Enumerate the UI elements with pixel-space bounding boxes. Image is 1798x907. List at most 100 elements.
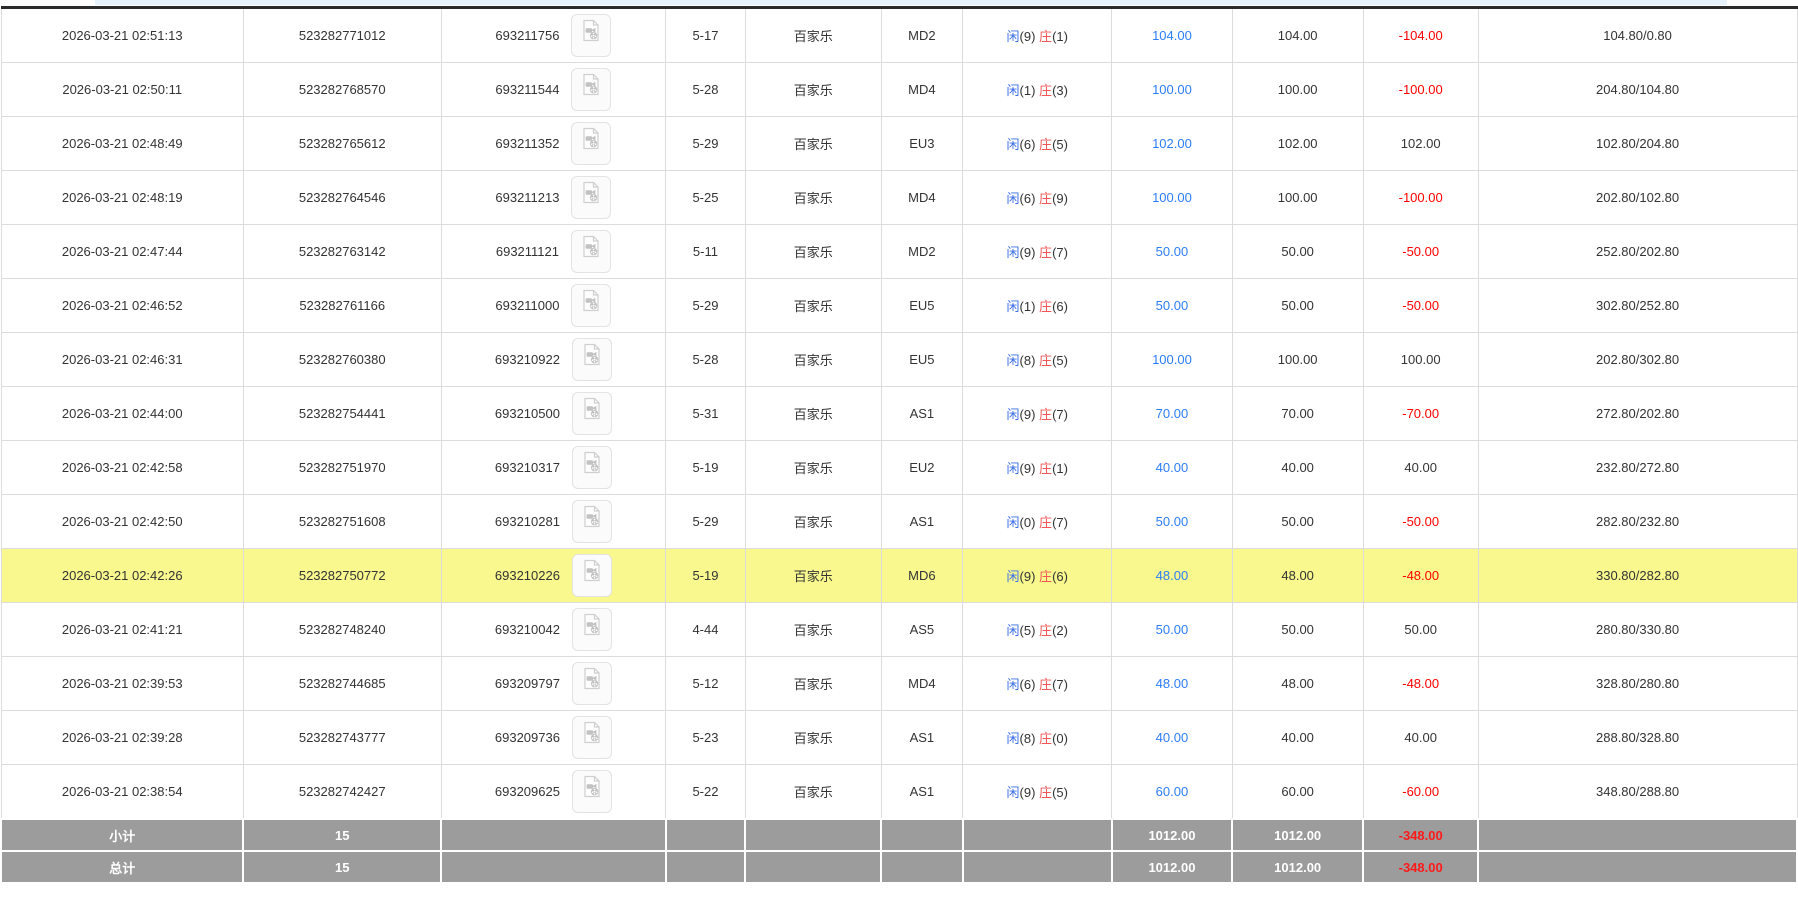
cell-bet-amount: 102.00 — [1112, 117, 1232, 171]
cell-bet-amount: 48.00 — [1112, 657, 1232, 711]
cell-win-loss: -104.00 — [1363, 8, 1478, 63]
cell-balance: 302.80/252.80 — [1478, 279, 1797, 333]
video-replay-button[interactable] — [571, 14, 611, 57]
table-row[interactable]: 2026-03-21 02:42:58523282751970693210317… — [1, 441, 1797, 495]
cell-game-result: 闲(9) 庄(1) — [963, 441, 1112, 495]
cell-bet-amount: 50.00 — [1112, 225, 1232, 279]
cell-game-result: 闲(9) 庄(5) — [963, 765, 1112, 820]
cell-game-name: 百家乐 — [745, 279, 881, 333]
table-row[interactable]: 2026-03-21 02:48:19523282764546 693211213… — [1, 171, 1797, 225]
banker-label: 庄 — [1039, 785, 1052, 800]
table-row[interactable]: 2026-03-21 02:48:49523282765612693211352… — [1, 117, 1797, 171]
video-replay-icon — [582, 721, 602, 744]
cell-game-name: 百家乐 — [745, 657, 881, 711]
cell-room-code: EU2 — [881, 441, 963, 495]
cell-balance: 282.80/232.80 — [1478, 495, 1797, 549]
footer-empty-result — [963, 819, 1112, 851]
cell-round-number: 693210922 — [441, 333, 666, 387]
table-row[interactable]: 2026-03-21 02:46:52523282761166693211000… — [1, 279, 1797, 333]
cell-round-number: 693210042 — [441, 603, 666, 657]
cell-valid-amount: 60.00 — [1232, 765, 1363, 820]
player-label: 闲 — [1007, 677, 1020, 692]
table-row[interactable]: 2026-03-21 02:46:31523282760380693210922… — [1, 333, 1797, 387]
cell-table-round: 5-17 — [666, 8, 746, 63]
video-replay-button[interactable] — [572, 500, 612, 543]
cell-bet-time: 2026-03-21 02:42:50 — [1, 495, 243, 549]
cell-room-code: AS1 — [881, 387, 963, 441]
cell-win-loss: -50.00 — [1363, 495, 1478, 549]
footer-empty-game — [745, 819, 881, 851]
footer-empty-result — [963, 851, 1112, 883]
cell-order-number: 523282754441 — [243, 387, 441, 441]
table-row[interactable]: 2026-03-21 02:38:54523282742427693209625… — [1, 765, 1797, 820]
cell-bet-amount: 104.00 — [1112, 8, 1232, 63]
video-replay-button[interactable] — [571, 176, 611, 219]
player-label: 闲 — [1007, 407, 1020, 422]
player-label: 闲 — [1007, 569, 1020, 584]
table-row[interactable]: 2026-03-21 02:41:21523282748240693210042… — [1, 603, 1797, 657]
table-row[interactable]: 2026-03-21 02:42:26523282750772693210226… — [1, 549, 1797, 603]
round-number-text: 693211544 — [495, 82, 559, 97]
cell-bet-time: 2026-03-21 02:39:53 — [1, 657, 243, 711]
round-number-text: 693210500 — [495, 406, 560, 421]
video-replay-button[interactable] — [572, 392, 612, 435]
cell-bet-time: 2026-03-21 02:48:49 — [1, 117, 243, 171]
cell-win-loss: 40.00 — [1363, 711, 1478, 765]
cell-table-round: 5-29 — [666, 495, 746, 549]
cell-game-result: 闲(9) 庄(7) — [963, 387, 1112, 441]
cell-room-code: MD4 — [881, 63, 963, 117]
round-number-text: 693211213 — [495, 190, 559, 205]
table-row[interactable]: 2026-03-21 02:39:53523282744685693209797… — [1, 657, 1797, 711]
footer-winloss-total: -348.00 — [1363, 819, 1478, 851]
round-number-text: 693211121 — [496, 244, 559, 259]
round-number-text: 693210281 — [495, 514, 560, 529]
cell-room-code: EU5 — [881, 333, 963, 387]
video-replay-button[interactable] — [572, 770, 612, 813]
cell-order-number: 523282751970 — [243, 441, 441, 495]
table-row[interactable]: 2026-03-21 02:51:13523282771012693211756… — [1, 8, 1797, 63]
video-replay-button[interactable] — [572, 338, 612, 381]
player-label: 闲 — [1007, 191, 1020, 206]
table-row[interactable]: 2026-03-21 02:42:50523282751608693210281… — [1, 495, 1797, 549]
cell-bet-time: 2026-03-21 02:48:19 — [1, 171, 243, 225]
cell-order-number: 523282765612 — [243, 117, 441, 171]
footer-empty-balance — [1478, 819, 1797, 851]
cell-table-round: 5-19 — [666, 441, 746, 495]
round-number-text: 693211756 — [495, 28, 559, 43]
table-row[interactable]: 2026-03-21 02:50:11523282768570693211544… — [1, 63, 1797, 117]
video-replay-button[interactable] — [571, 284, 611, 327]
round-number-text: 693209625 — [495, 784, 560, 799]
cell-win-loss: 40.00 — [1363, 441, 1478, 495]
cell-room-code: EU5 — [881, 279, 963, 333]
table-row[interactable]: 2026-03-21 02:44:00523282754441693210500… — [1, 387, 1797, 441]
banker-label: 庄 — [1039, 83, 1052, 98]
video-replay-button[interactable] — [572, 662, 612, 705]
video-replay-button[interactable] — [572, 716, 612, 759]
cell-round-number: 693209625 — [441, 765, 666, 820]
cell-order-number: 523282764546 — [243, 171, 441, 225]
video-replay-button[interactable] — [572, 554, 612, 597]
video-replay-icon — [582, 775, 602, 798]
table-row[interactable]: 2026-03-21 02:39:28523282743777693209736… — [1, 711, 1797, 765]
cell-valid-amount: 50.00 — [1232, 279, 1363, 333]
cell-order-number: 523282760380 — [243, 333, 441, 387]
cell-balance: 102.80/204.80 — [1478, 117, 1797, 171]
cell-game-name: 百家乐 — [745, 711, 881, 765]
cell-game-result: 闲(6) 庄(7) — [963, 657, 1112, 711]
video-replay-button[interactable] — [571, 122, 611, 165]
video-replay-button[interactable] — [572, 608, 612, 651]
cell-bet-time: 2026-03-21 02:50:11 — [1, 63, 243, 117]
cell-game-result: 闲(9) 庄(7) — [963, 225, 1112, 279]
cell-game-result: 闲(9) 庄(6) — [963, 549, 1112, 603]
table-row[interactable]: 2026-03-21 02:47:44523282763142693211121… — [1, 225, 1797, 279]
cell-balance: 280.80/330.80 — [1478, 603, 1797, 657]
bet-records-table: 2026-03-21 02:51:13523282771012693211756… — [0, 6, 1798, 884]
video-replay-button[interactable] — [572, 446, 612, 489]
round-number-text: 693210226 — [495, 568, 560, 583]
cell-bet-amount: 48.00 — [1112, 549, 1232, 603]
cell-table-round: 5-23 — [666, 711, 746, 765]
video-replay-button[interactable] — [571, 230, 611, 273]
video-replay-icon — [581, 289, 601, 312]
video-replay-button[interactable] — [571, 68, 611, 111]
cell-game-name: 百家乐 — [745, 441, 881, 495]
